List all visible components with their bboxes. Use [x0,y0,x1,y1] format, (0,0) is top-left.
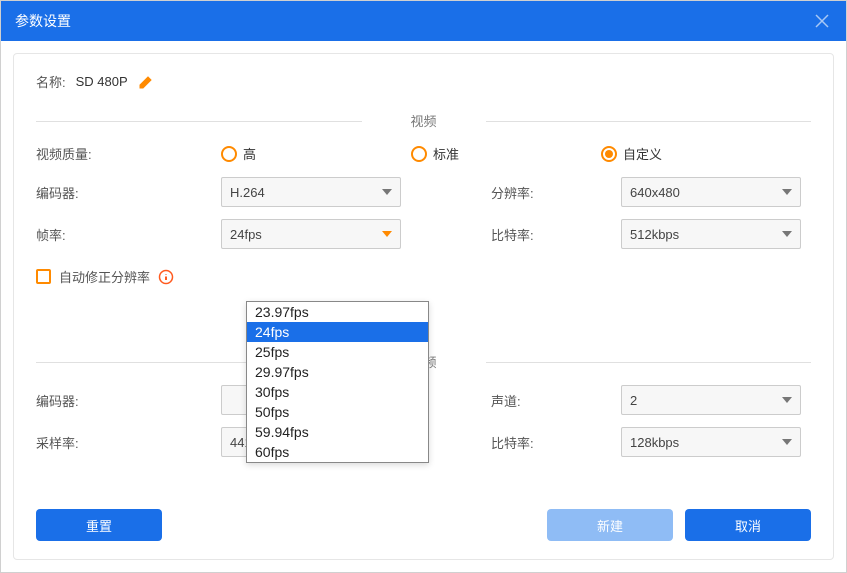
settings-dialog: 参数设置 名称: SD 480P 视频 视频质量: 高 标准 [0,0,847,573]
titlebar: 参数设置 [1,1,846,41]
framerate-label: 帧率: [36,225,221,244]
autofix-label: 自动修正分辨率 [59,267,150,286]
radio-high[interactable]: 高 [221,144,411,163]
dialog-title: 参数设置 [15,11,71,31]
radio-custom[interactable]: 自定义 [601,144,791,163]
samplerate-label: 采样率: [36,433,221,452]
video-bitrate-select[interactable]: 512kbps [621,219,801,249]
video-row-framerate: 帧率: 24fps 比特率: 512kbps [36,219,811,249]
name-label: 名称: [36,72,66,91]
cancel-button[interactable]: 取消 [685,509,811,541]
chevron-down-icon [782,231,792,237]
autofix-checkbox[interactable] [36,269,51,284]
name-row: 名称: SD 480P [36,72,811,91]
video-bitrate-label: 比特率: [451,225,621,244]
framerate-option[interactable]: 60fps [247,442,428,462]
footer: 重置 新建 取消 [36,493,811,541]
chevron-down-icon [782,439,792,445]
new-button[interactable]: 新建 [547,509,673,541]
framerate-option[interactable]: 59.94fps [247,422,428,442]
video-encoder-label: 编码器: [36,183,221,202]
video-quality-row: 视频质量: 高 标准 自定义 [36,144,811,163]
framerate-option[interactable]: 23.97fps [247,302,428,322]
framerate-option[interactable]: 30fps [247,382,428,402]
channels-select[interactable]: 2 [621,385,801,415]
reset-button[interactable]: 重置 [36,509,162,541]
chevron-down-icon [782,397,792,403]
radio-standard[interactable]: 标准 [411,144,601,163]
radio-icon [411,146,427,162]
video-encoder-select[interactable]: H.264 [221,177,401,207]
framerate-option[interactable]: 24fps [247,322,428,342]
framerate-select[interactable]: 24fps [221,219,401,249]
framerate-option[interactable]: 29.97fps [247,362,428,382]
chevron-down-icon [782,189,792,195]
audio-bitrate-label: 比特率: [451,433,621,452]
framerate-dropdown: 23.97fps 24fps 25fps 29.97fps 30fps 50fp… [246,301,429,463]
section-video-header: 视频 [36,111,811,130]
chevron-down-icon [382,189,392,195]
resolution-select[interactable]: 640x480 [621,177,801,207]
video-quality-label: 视频质量: [36,144,221,163]
name-value: SD 480P [76,74,128,89]
channels-label: 声道: [451,391,621,410]
close-icon[interactable] [812,11,832,31]
radio-icon [601,146,617,162]
info-icon[interactable] [158,269,174,285]
framerate-option[interactable]: 25fps [247,342,428,362]
framerate-option[interactable]: 50fps [247,402,428,422]
resolution-label: 分辨率: [451,183,621,202]
dialog-body: 名称: SD 480P 视频 视频质量: 高 标准 自定义 [13,53,834,560]
chevron-down-icon [382,231,392,237]
radio-icon [221,146,237,162]
autofix-row: 自动修正分辨率 [36,267,811,286]
edit-icon[interactable] [138,74,154,90]
audio-encoder-label: 编码器: [36,391,221,410]
video-row-encoder: 编码器: H.264 分辨率: 640x480 [36,177,811,207]
audio-bitrate-select[interactable]: 128kbps [621,427,801,457]
